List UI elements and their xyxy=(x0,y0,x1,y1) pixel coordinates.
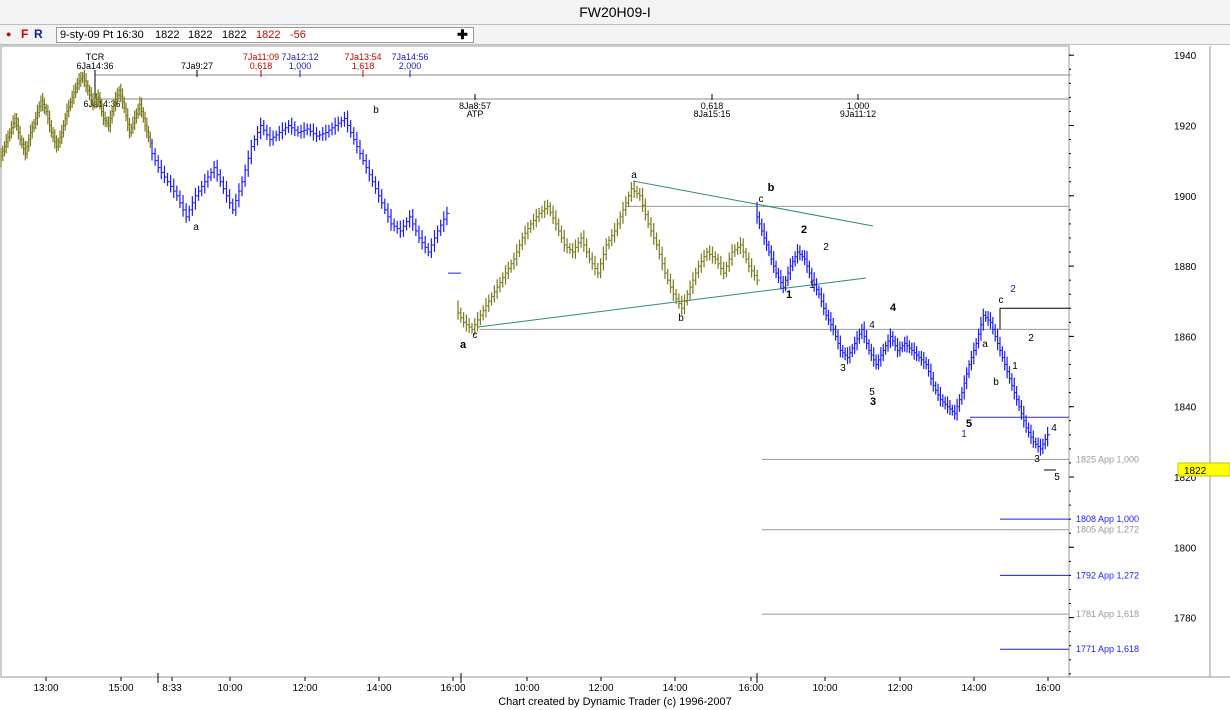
wave-label: a xyxy=(193,222,199,233)
wave-label: 4 xyxy=(1051,423,1057,434)
level-label: 1825 App 1,000 xyxy=(1076,454,1139,464)
x-axis: 13:00 15:00 8:33 10:00 12:00 14:00 16:00 10:00 1… xyxy=(33,673,1061,693)
y-axis: 1780180018201840186018801900192019401822 xyxy=(1069,51,1230,675)
ruler-label-bottom: 1,000 xyxy=(289,61,312,71)
last-price-label: 1822 xyxy=(1184,466,1207,477)
wave-label: c xyxy=(759,194,764,205)
trend-line-upper xyxy=(632,180,874,227)
info-close: 1822 xyxy=(256,29,281,41)
wave-label: b xyxy=(373,105,379,116)
y-tick-label: 1860 xyxy=(1174,332,1197,343)
level-label: 1771 App 1,618 xyxy=(1076,644,1139,654)
x-tick-label: 8:33 xyxy=(162,683,182,693)
wave-label: c xyxy=(473,330,478,341)
wave-labels: abcaabcb121234534abc51212345 xyxy=(193,105,1060,483)
y-tick-label: 1840 xyxy=(1174,403,1197,414)
ruler-label-bottom: 0,618 xyxy=(250,61,273,71)
info-date-time: 9-sty-09 Pt 16:30 xyxy=(60,29,144,41)
wave-label: c xyxy=(999,295,1004,306)
y-tick-label: 1800 xyxy=(1174,543,1197,554)
x-tick-label: 15:00 xyxy=(108,683,133,693)
x-tick-label: 14:00 xyxy=(961,683,986,693)
record-dot-icon[interactable]: ● xyxy=(6,25,11,44)
wave-label: 4 xyxy=(890,302,897,314)
wave-label: 5 xyxy=(1054,472,1060,483)
wave-label: 4 xyxy=(869,320,875,331)
r-button[interactable]: R xyxy=(34,25,43,44)
ruler-label-bottom: 8Ja15:15 xyxy=(693,109,730,119)
trend-lines xyxy=(477,180,874,328)
y-tick-label: 1900 xyxy=(1174,192,1197,203)
info-high: 1822 xyxy=(188,29,213,41)
chart-frame xyxy=(0,45,1230,678)
wave-label: b xyxy=(768,182,775,194)
level-label: 1792 App 1,272 xyxy=(1076,570,1139,580)
level-label: 1781 App 1,618 xyxy=(1076,609,1139,619)
trend-line-lower xyxy=(477,277,867,328)
x-tick-label: 12:00 xyxy=(588,683,613,693)
wave-label: 3 xyxy=(840,363,846,374)
y-tick-label: 1920 xyxy=(1174,122,1197,133)
wave-label: 3 xyxy=(1034,454,1040,465)
x-tick-label: 12:00 xyxy=(887,683,912,693)
wave-label: a xyxy=(460,339,467,351)
y-tick-label: 1940 xyxy=(1174,51,1197,62)
ruler-label-bottom: 7Ja9:27 xyxy=(181,61,213,71)
bar-info-readout: 9-sty-09 Pt 16:30 1822 1822 1822 1822 -5… xyxy=(56,27,474,43)
y-tick-label: 1780 xyxy=(1174,614,1197,625)
info-change: -56 xyxy=(290,29,306,41)
wave-label: 2 xyxy=(801,224,807,236)
x-tick-label: 14:00 xyxy=(662,683,687,693)
wave-label: b xyxy=(993,377,999,388)
wave-label: a xyxy=(631,170,637,181)
chart-credit: Chart created by Dynamic Trader (c) 1996… xyxy=(498,696,732,708)
wave-label: 2 xyxy=(823,242,829,253)
wave-label: 1 xyxy=(809,280,815,291)
info-low: 1822 xyxy=(222,29,247,41)
x-tick-label: 16:00 xyxy=(738,683,763,693)
wave-label: b xyxy=(678,313,684,324)
x-tick-label: 16:00 xyxy=(440,683,465,693)
f-button[interactable]: F xyxy=(21,25,28,44)
ruler-label-bottom: ATP xyxy=(467,109,484,119)
level-label: 1808 App 1,000 xyxy=(1076,514,1139,524)
wave-label: 1 xyxy=(786,289,792,301)
info-toolbar: ● F R 9-sty-09 Pt 16:30 1822 1822 1822 1… xyxy=(0,25,1230,45)
price-bars xyxy=(0,69,1056,471)
window-title: FW20H09-I xyxy=(0,0,1230,25)
wave-label: 5 xyxy=(966,418,972,430)
x-tick-label: 10:00 xyxy=(514,683,539,693)
price-chart[interactable]: 1825 App 1,000 1808 App 1,0001805 App 1,2… xyxy=(0,45,1230,693)
y-tick-label: 1880 xyxy=(1174,262,1197,273)
ruler-label-bottom: 2,000 xyxy=(399,61,422,71)
ruler-label-bottom: 1,618 xyxy=(352,61,375,71)
x-tick-label: 16:00 xyxy=(1035,683,1060,693)
ruler-label-bottom: 9Ja11:12 xyxy=(840,109,876,119)
crosshair-icon[interactable]: ✚ xyxy=(457,25,468,44)
x-tick-label: 13:00 xyxy=(33,683,58,693)
info-open: 1822 xyxy=(155,29,180,41)
x-tick-label: 12:00 xyxy=(292,683,317,693)
x-tick-label: 10:00 xyxy=(812,683,837,693)
x-tick-label: 14:00 xyxy=(366,683,391,693)
wave-label: 3 xyxy=(870,396,876,408)
x-tick-label: 10:00 xyxy=(217,683,242,693)
wave-label: 2 xyxy=(1028,333,1034,344)
level-label: 1805 App 1,272 xyxy=(1076,525,1139,535)
ruler-label-bottom: 6Ja14:36 xyxy=(76,61,113,71)
plot-border xyxy=(0,45,1070,678)
wave-label: 1 xyxy=(961,429,967,440)
wave-label: 1 xyxy=(1012,361,1018,372)
time-rulers: TCR6Ja14:36 7Ja9:277Ja11:090,6187Ja12:121… xyxy=(76,52,1071,119)
wave-label: 2 xyxy=(1010,284,1016,295)
wave-label: a xyxy=(982,339,988,350)
